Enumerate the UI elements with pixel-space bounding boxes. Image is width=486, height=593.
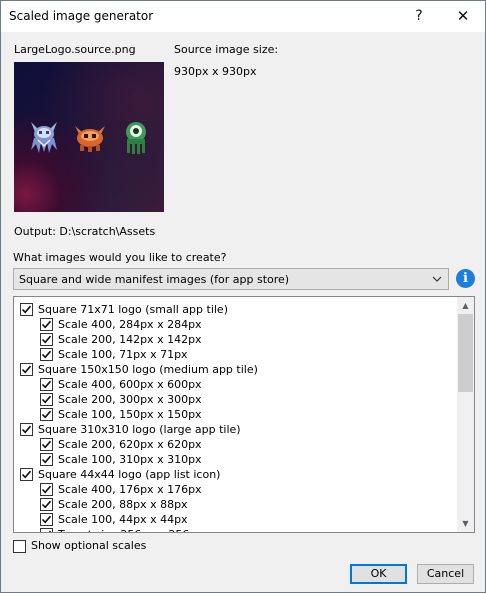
item-label: Scale 400, 176px x 176px	[58, 483, 202, 496]
item-checkbox[interactable]	[40, 513, 53, 526]
scroll-down-arrow-icon[interactable]: ▼	[457, 515, 474, 532]
item-label: Scale 200, 300px x 300px	[58, 393, 202, 406]
item-label: Square 44x44 logo (app list icon)	[38, 468, 221, 481]
item-checkbox[interactable]	[20, 423, 33, 436]
vertical-scrollbar[interactable]: ▲ ▼	[457, 297, 474, 532]
item-checkbox[interactable]	[40, 408, 53, 421]
item-checkbox[interactable]	[40, 378, 53, 391]
close-button[interactable]: ✕	[445, 1, 481, 32]
item-label: Scale 200, 88px x 88px	[58, 498, 188, 511]
output-path: Output: D:\scratch\Assets	[14, 225, 156, 238]
item-label: Scale 200, 620px x 620px	[58, 438, 202, 451]
info-icon[interactable]: i	[456, 269, 475, 288]
image-set-dropdown[interactable]: Square and wide manifest images (for app…	[13, 268, 449, 290]
item-checkbox[interactable]	[20, 303, 33, 316]
item-checkbox[interactable]	[40, 318, 53, 331]
scroll-thumb[interactable]	[458, 314, 473, 392]
item-checkbox[interactable]	[40, 498, 53, 511]
item-checkbox[interactable]	[40, 528, 53, 532]
source-size-value: 930px x 930px	[174, 65, 257, 78]
dropdown-selected-value: Square and wide manifest images (for app…	[19, 273, 290, 286]
item-label: Scale 200, 142px x 142px	[58, 333, 202, 346]
item-label: Scale 100, 310px x 310px	[58, 453, 202, 466]
cancel-button[interactable]: Cancel	[417, 564, 474, 584]
item-checkbox[interactable]	[40, 393, 53, 406]
ok-button[interactable]: OK	[350, 564, 407, 584]
item-checkbox[interactable]	[40, 483, 53, 496]
item-label: Scale 400, 600px x 600px	[58, 378, 202, 391]
window-title: Scaled image generator	[9, 9, 154, 23]
item-label: Scale 100, 150px x 150px	[58, 408, 202, 421]
item-label: Square 71x71 logo (small app tile)	[38, 303, 228, 316]
help-button[interactable]: ?	[401, 1, 437, 32]
dialog-window: Scaled image generator ? ✕ LargeLogo.sou…	[0, 0, 486, 593]
chevron-down-icon	[432, 272, 442, 289]
source-image-preview	[14, 62, 164, 212]
item-checkbox[interactable]	[40, 348, 53, 361]
item-checkbox[interactable]	[40, 453, 53, 466]
item-checkbox[interactable]	[40, 333, 53, 346]
scroll-up-arrow-icon[interactable]: ▲	[457, 297, 474, 314]
image-list-items: Square 71x71 logo (small app tile) Scale …	[14, 297, 457, 532]
optional-scales-checkbox[interactable]	[13, 540, 26, 553]
blue-creature-icon	[31, 122, 57, 153]
title-bar: Scaled image generator ? ✕	[1, 1, 485, 32]
optional-scales-label: Show optional scales	[31, 539, 147, 552]
source-filename: LargeLogo.source.png	[14, 43, 136, 56]
item-checkbox[interactable]	[20, 468, 33, 481]
item-label: Square 150x150 logo (medium app tile)	[38, 363, 258, 376]
source-size-label: Source image size:	[174, 43, 279, 56]
images-question: What images would you like to create?	[13, 251, 227, 264]
item-label: Square 310x310 logo (large app tile)	[38, 423, 241, 436]
item-label: Scale 100, 71px x 71px	[58, 348, 188, 361]
item-label: Scale 100, 44px x 44px	[58, 513, 188, 526]
green-cyclops-icon	[126, 122, 146, 154]
orange-crab-icon	[75, 126, 105, 152]
item-checkbox[interactable]	[20, 363, 33, 376]
item-label: Target size 256px x 256px	[58, 527, 203, 532]
item-label: Scale 400, 284px x 284px	[58, 318, 202, 331]
image-list[interactable]: Square 71x71 logo (small app tile) Scale …	[13, 296, 475, 533]
item-checkbox[interactable]	[40, 438, 53, 451]
